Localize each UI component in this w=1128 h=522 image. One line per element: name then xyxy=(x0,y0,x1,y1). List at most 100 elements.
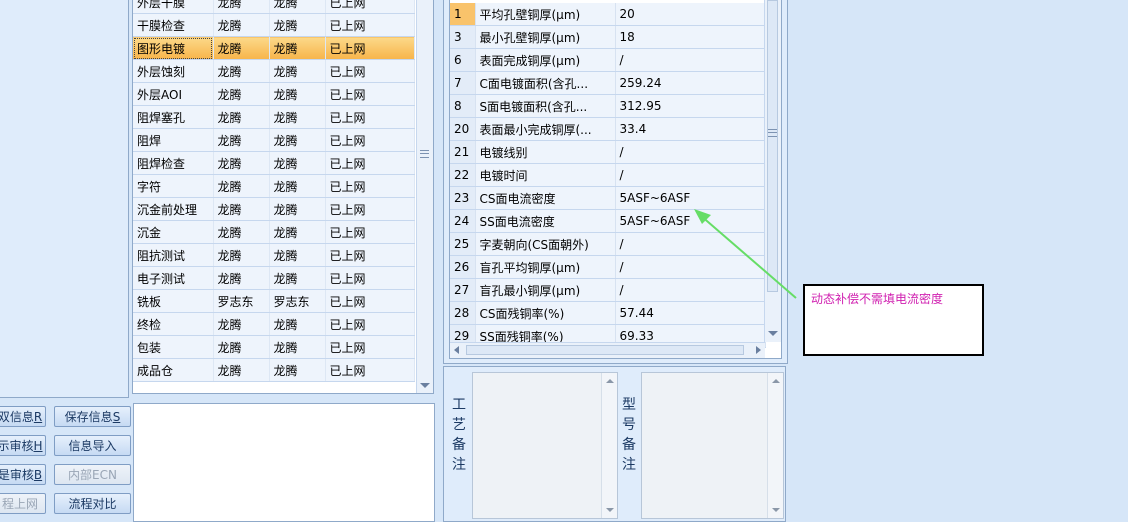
param-cell-name[interactable]: 盲孔平均铜厚(μm) xyxy=(475,255,616,279)
process-cell-step[interactable]: 沉金前处理 xyxy=(133,197,214,221)
param-cell-value[interactable]: 33.4 xyxy=(615,117,766,141)
param-cell-value[interactable]: 18 xyxy=(615,25,766,49)
process-cell-op1[interactable]: 龙腾 xyxy=(213,335,270,359)
process-cell-step[interactable]: 铣板 xyxy=(133,289,214,313)
process-cell-status[interactable]: 已上网 xyxy=(325,82,415,106)
process-cell-status[interactable]: 已上网 xyxy=(325,59,415,83)
process-cell-step[interactable]: 阻焊 xyxy=(133,128,214,152)
param-cell-name[interactable]: CS面电流密度 xyxy=(475,186,616,210)
model-memo-textbox[interactable] xyxy=(641,372,784,519)
process-memo-scrollbar[interactable] xyxy=(601,373,617,518)
param-cell-no[interactable]: 7 xyxy=(450,71,476,95)
process-cell-step[interactable]: 外层蚀刻 xyxy=(133,59,214,83)
param-cell-no[interactable]: 26 xyxy=(450,255,476,279)
process-cell-op2[interactable]: 龙腾 xyxy=(269,220,326,244)
scroll-up-icon[interactable] xyxy=(772,379,780,383)
param-cell-name[interactable]: 平均孔壁铜厚(μm) xyxy=(475,3,616,26)
scroll-down-icon[interactable] xyxy=(768,331,778,336)
process-cell-op1[interactable]: 龙腾 xyxy=(213,128,270,152)
process-cell-step[interactable]: 干膜检查 xyxy=(133,13,214,37)
process-cell-op2[interactable]: 龙腾 xyxy=(269,82,326,106)
table-row[interactable]: 阻抗测试 龙腾 龙腾 已上网 xyxy=(133,243,415,267)
process-cell-step[interactable]: 阻抗测试 xyxy=(133,243,214,267)
hscroll-thumb[interactable] xyxy=(466,345,744,355)
process-grid[interactable]: 外层干膜 龙腾 龙腾 已上网 干膜检查 龙腾 龙腾 已上网 图形电镀 龙腾 龙腾 已上网 外层蚀刻 龙腾龙… xyxy=(132,0,434,394)
process-cell-status[interactable]: 已上网 xyxy=(325,13,415,37)
table-row[interactable]: 8 S面电镀面积(含孔... 312.95 xyxy=(450,94,766,118)
scroll-right-icon[interactable] xyxy=(756,346,761,354)
param-cell-name[interactable]: SS面电流密度 xyxy=(475,209,616,233)
table-row[interactable]: 21 电镀线别 / xyxy=(450,140,766,164)
param-cell-name[interactable]: S面电镀面积(含孔... xyxy=(475,94,616,118)
param-cell-value[interactable]: 20 xyxy=(615,3,766,26)
process-cell-op2[interactable]: 罗志东 xyxy=(269,289,326,313)
process-cell-op1[interactable]: 龙腾 xyxy=(213,105,270,129)
table-row[interactable]: 22 电镀时间 / xyxy=(450,163,766,187)
process-cell-op2[interactable]: 龙腾 xyxy=(269,13,326,37)
process-cell-status[interactable]: 已上网 xyxy=(325,358,415,382)
audit-button[interactable]: 示审核H xyxy=(0,435,46,456)
process-cell-op1[interactable]: 龙腾 xyxy=(213,243,270,267)
table-row[interactable]: 阻焊 龙腾 龙腾 已上网 xyxy=(133,128,415,152)
process-cell-status[interactable]: 已上网 xyxy=(325,289,415,313)
process-cell-status[interactable]: 已上网 xyxy=(325,151,415,175)
scroll-down-icon[interactable] xyxy=(606,508,614,512)
table-row[interactable]: 3 最小孔壁铜厚(μm) 18 xyxy=(450,25,766,49)
table-row[interactable]: 6 表面完成铜厚(μm) / xyxy=(450,48,766,72)
process-cell-op1[interactable]: 龙腾 xyxy=(213,151,270,175)
import-info-button[interactable]: 信息导入 xyxy=(54,435,131,456)
process-cell-status[interactable]: 已上网 xyxy=(325,128,415,152)
table-row[interactable]: 阻焊检查 龙腾 龙腾 已上网 xyxy=(133,151,415,175)
param-cell-no[interactable]: 28 xyxy=(450,301,476,325)
process-cell-status[interactable]: 已上网 xyxy=(325,0,415,14)
process-cell-op2[interactable]: 龙腾 xyxy=(269,335,326,359)
param-cell-no[interactable]: 27 xyxy=(450,278,476,302)
table-row[interactable]: 1 平均孔壁铜厚(μm) 20 xyxy=(450,3,766,26)
process-cell-step[interactable]: 阻焊塞孔 xyxy=(133,105,214,129)
param-cell-name[interactable]: 最小孔壁铜厚(μm) xyxy=(475,25,616,49)
process-cell-status[interactable]: 已上网 xyxy=(325,105,415,129)
param-cell-name[interactable]: 表面完成铜厚(μm) xyxy=(475,48,616,72)
process-cell-step[interactable]: 沉金 xyxy=(133,220,214,244)
param-cell-no[interactable]: 20 xyxy=(450,117,476,141)
note-textbox[interactable] xyxy=(133,403,435,522)
param-cell-no[interactable]: 8 xyxy=(450,94,476,118)
table-row[interactable]: 外层AOI 龙腾 龙腾 已上网 xyxy=(133,82,415,106)
process-cell-op1[interactable]: 龙腾 xyxy=(213,197,270,221)
process-cell-step[interactable]: 成品仓 xyxy=(133,358,214,382)
process-cell-status[interactable]: 已上网 xyxy=(325,312,415,336)
table-row[interactable]: 外层干膜 龙腾 龙腾 已上网 xyxy=(133,0,415,14)
online-button[interactable]: 程上网 xyxy=(0,493,46,514)
process-cell-status[interactable]: 已上网 xyxy=(325,197,415,221)
process-cell-op1[interactable]: 龙腾 xyxy=(213,0,270,14)
process-cell-op1[interactable]: 龙腾 xyxy=(213,36,270,60)
process-cell-op1[interactable]: 龙腾 xyxy=(213,59,270,83)
table-row[interactable]: 20 表面最小完成铜厚(... 33.4 xyxy=(450,117,766,141)
scroll-up-icon[interactable] xyxy=(606,379,614,383)
table-row[interactable]: 阻焊塞孔 龙腾 龙腾 已上网 xyxy=(133,105,415,129)
table-row[interactable]: 干膜检查 龙腾 龙腾 已上网 xyxy=(133,13,415,37)
process-cell-op2[interactable]: 龙腾 xyxy=(269,197,326,221)
process-cell-status[interactable]: 已上网 xyxy=(325,335,415,359)
table-row[interactable]: 成品仓 龙腾 龙腾 已上网 xyxy=(133,358,415,382)
table-row[interactable]: 电子测试 龙腾 龙腾 已上网 xyxy=(133,266,415,290)
process-cell-step[interactable]: 图形电镀 xyxy=(133,36,214,60)
process-cell-op2[interactable]: 龙腾 xyxy=(269,59,326,83)
process-grid-scrollbar[interactable] xyxy=(416,0,433,393)
table-row[interactable]: 图形电镀 龙腾 龙腾 已上网 xyxy=(133,36,415,60)
process-cell-op2[interactable]: 龙腾 xyxy=(269,243,326,267)
param-cell-value[interactable]: 312.95 xyxy=(615,94,766,118)
process-cell-op1[interactable]: 龙腾 xyxy=(213,82,270,106)
process-cell-step[interactable]: 字符 xyxy=(133,174,214,198)
process-cell-op1[interactable]: 龙腾 xyxy=(213,174,270,198)
info-button[interactable]: 双信息R xyxy=(0,406,46,427)
table-row[interactable]: 铣板 罗志东 罗志东 已上网 xyxy=(133,289,415,313)
param-cell-no[interactable]: 21 xyxy=(450,140,476,164)
flow-compare-button[interactable]: 流程对比 xyxy=(54,493,131,514)
param-cell-no[interactable]: 1 xyxy=(450,3,476,26)
table-row[interactable]: 包装 龙腾 龙腾 已上网 xyxy=(133,335,415,359)
process-cell-op2[interactable]: 龙腾 xyxy=(269,312,326,336)
process-cell-op2[interactable]: 龙腾 xyxy=(269,151,326,175)
internal-ecn-button[interactable]: 内部ECN xyxy=(54,464,131,485)
param-cell-name[interactable]: 盲孔最小铜厚(μm) xyxy=(475,278,616,302)
